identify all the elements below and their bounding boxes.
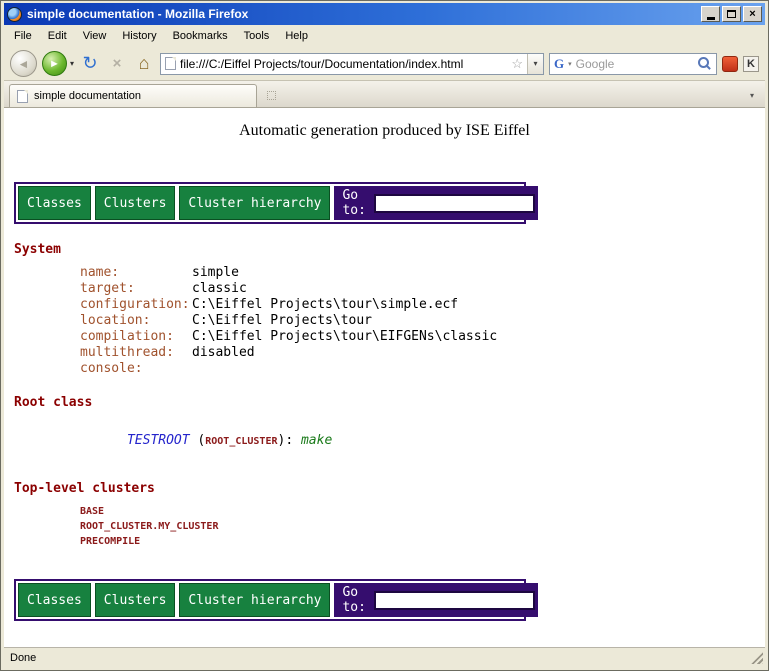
tab-bar: simple documentation ▾: [4, 81, 765, 108]
url-input[interactable]: [180, 55, 507, 73]
clusters-button[interactable]: Clusters: [95, 186, 176, 220]
doc-nav-top: Classes Clusters Cluster hierarchy Go to…: [14, 182, 526, 224]
system-row-label: multithread:: [80, 345, 192, 361]
menu-help[interactable]: Help: [277, 27, 316, 45]
status-text: Done: [10, 652, 36, 664]
system-row-value: C:\Eiffel Projects\tour\simple.ecf: [192, 297, 458, 313]
tab-page-icon: [17, 90, 28, 103]
menu-tools[interactable]: Tools: [236, 27, 278, 45]
stop-button[interactable]: ×: [106, 52, 128, 76]
menu-edit[interactable]: Edit: [40, 27, 75, 45]
cluster-link-precompile[interactable]: PRECOMPILE: [80, 534, 765, 549]
goto-section: Go to:: [334, 583, 537, 617]
menu-bookmarks[interactable]: Bookmarks: [165, 27, 236, 45]
system-row-label: configuration:: [80, 297, 192, 313]
cluster-hierarchy-button[interactable]: Cluster hierarchy: [179, 186, 330, 220]
window-controls: ×: [701, 6, 762, 22]
refresh-button[interactable]: ↻: [79, 52, 101, 76]
root-class-heading: Root class: [14, 395, 765, 410]
browser-window: simple documentation - Mozilla Firefox ×…: [0, 0, 769, 671]
maximize-button[interactable]: [722, 6, 741, 22]
system-row: location: C:\Eiffel Projects\tour: [80, 313, 765, 329]
search-icon[interactable]: [697, 56, 712, 71]
minimize-icon: [707, 17, 715, 20]
forward-button[interactable]: ►: [42, 51, 67, 76]
goto-input[interactable]: [374, 591, 535, 610]
goto-input[interactable]: [374, 194, 535, 213]
system-row-value: simple: [192, 265, 239, 281]
list-all-tabs-button[interactable]: ▾: [744, 85, 760, 105]
goto-label: Go to:: [342, 585, 365, 615]
root-feature-link[interactable]: make: [301, 433, 332, 448]
status-bar: Done: [4, 647, 765, 667]
system-heading: System: [14, 242, 765, 257]
clusters-button[interactable]: Clusters: [95, 583, 176, 617]
address-bar: ☆ ▾: [160, 53, 544, 75]
firefox-icon: [7, 7, 22, 22]
search-box[interactable]: G ▾ Google: [549, 53, 717, 75]
system-row-value: C:\Eiffel Projects\tour\EIFGENs\classic: [192, 329, 497, 345]
cluster-link-base[interactable]: BASE: [80, 504, 765, 519]
system-row: console:: [80, 361, 765, 377]
title-bar: simple documentation - Mozilla Firefox ×: [4, 3, 765, 25]
system-row: name: simple: [80, 265, 765, 281]
root-class-link[interactable]: TESTROOT: [127, 433, 190, 448]
menu-file[interactable]: File: [6, 27, 40, 45]
page-title: Automatic generation produced by ISE Eif…: [4, 122, 765, 140]
k-addon-icon[interactable]: K: [743, 56, 759, 72]
navigation-toolbar: ◄ ► ▾ ↻ × ⌂ ☆ ▾ G ▾ Google K: [4, 47, 765, 81]
paren-open: (: [190, 433, 206, 448]
system-row: target: classic: [80, 281, 765, 297]
system-row-label: compilation:: [80, 329, 192, 345]
bookmark-star-icon[interactable]: ☆: [511, 57, 523, 70]
red-addon-icon[interactable]: [722, 56, 738, 72]
cluster-hierarchy-button[interactable]: Cluster hierarchy: [179, 583, 330, 617]
system-row: compilation: C:\Eiffel Projects\tour\EIF…: [80, 329, 765, 345]
system-row-label: location:: [80, 313, 192, 329]
menu-history[interactable]: History: [114, 27, 164, 45]
search-engine-dropdown[interactable]: ▾: [568, 60, 572, 68]
system-row-value: classic: [192, 281, 247, 297]
classes-button[interactable]: Classes: [18, 583, 91, 617]
doc-nav-bottom: Classes Clusters Cluster hierarchy Go to…: [14, 579, 526, 621]
resize-grip[interactable]: [750, 651, 763, 664]
window-title: simple documentation - Mozilla Firefox: [27, 7, 696, 21]
url-history-dropdown[interactable]: ▾: [527, 54, 543, 74]
system-row-value: C:\Eiffel Projects\tour: [192, 313, 372, 329]
menu-view[interactable]: View: [75, 27, 115, 45]
system-row: configuration: C:\Eiffel Projects\tour\s…: [80, 297, 765, 313]
google-logo-icon: G: [554, 56, 564, 72]
maximize-icon: [727, 10, 736, 18]
close-button[interactable]: ×: [743, 6, 762, 22]
page-icon: [165, 57, 176, 70]
system-row-value: disabled: [192, 345, 255, 361]
minimize-button[interactable]: [701, 6, 720, 22]
search-engine-label: Google: [576, 57, 693, 71]
system-row-label: name:: [80, 265, 192, 281]
menu-bar: File Edit View History Bookmarks Tools H…: [4, 25, 765, 47]
root-class-line: TESTROOT (ROOT_CLUSTER): make: [80, 418, 765, 463]
system-row: multithread: disabled: [80, 345, 765, 361]
paren-close: ):: [278, 433, 301, 448]
page-content: Automatic generation produced by ISE Eif…: [4, 108, 765, 647]
root-cluster-name: ROOT_CLUSTER: [205, 436, 277, 447]
system-row-label: target:: [80, 281, 192, 297]
goto-section: Go to:: [334, 186, 537, 220]
system-row-label: console:: [80, 361, 192, 377]
tab-label: simple documentation: [34, 90, 141, 102]
top-level-clusters-heading: Top-level clusters: [14, 481, 765, 496]
forward-dropdown-icon[interactable]: ▾: [70, 59, 74, 68]
back-button[interactable]: ◄: [10, 50, 37, 77]
goto-label: Go to:: [342, 188, 365, 218]
cluster-link-root-cluster-my-cluster[interactable]: ROOT_CLUSTER.MY_CLUSTER: [80, 519, 765, 534]
tab-simple-documentation[interactable]: simple documentation: [9, 84, 257, 107]
classes-button[interactable]: Classes: [18, 186, 91, 220]
home-button[interactable]: ⌂: [133, 52, 155, 76]
tab-strip-divider: [267, 91, 276, 100]
